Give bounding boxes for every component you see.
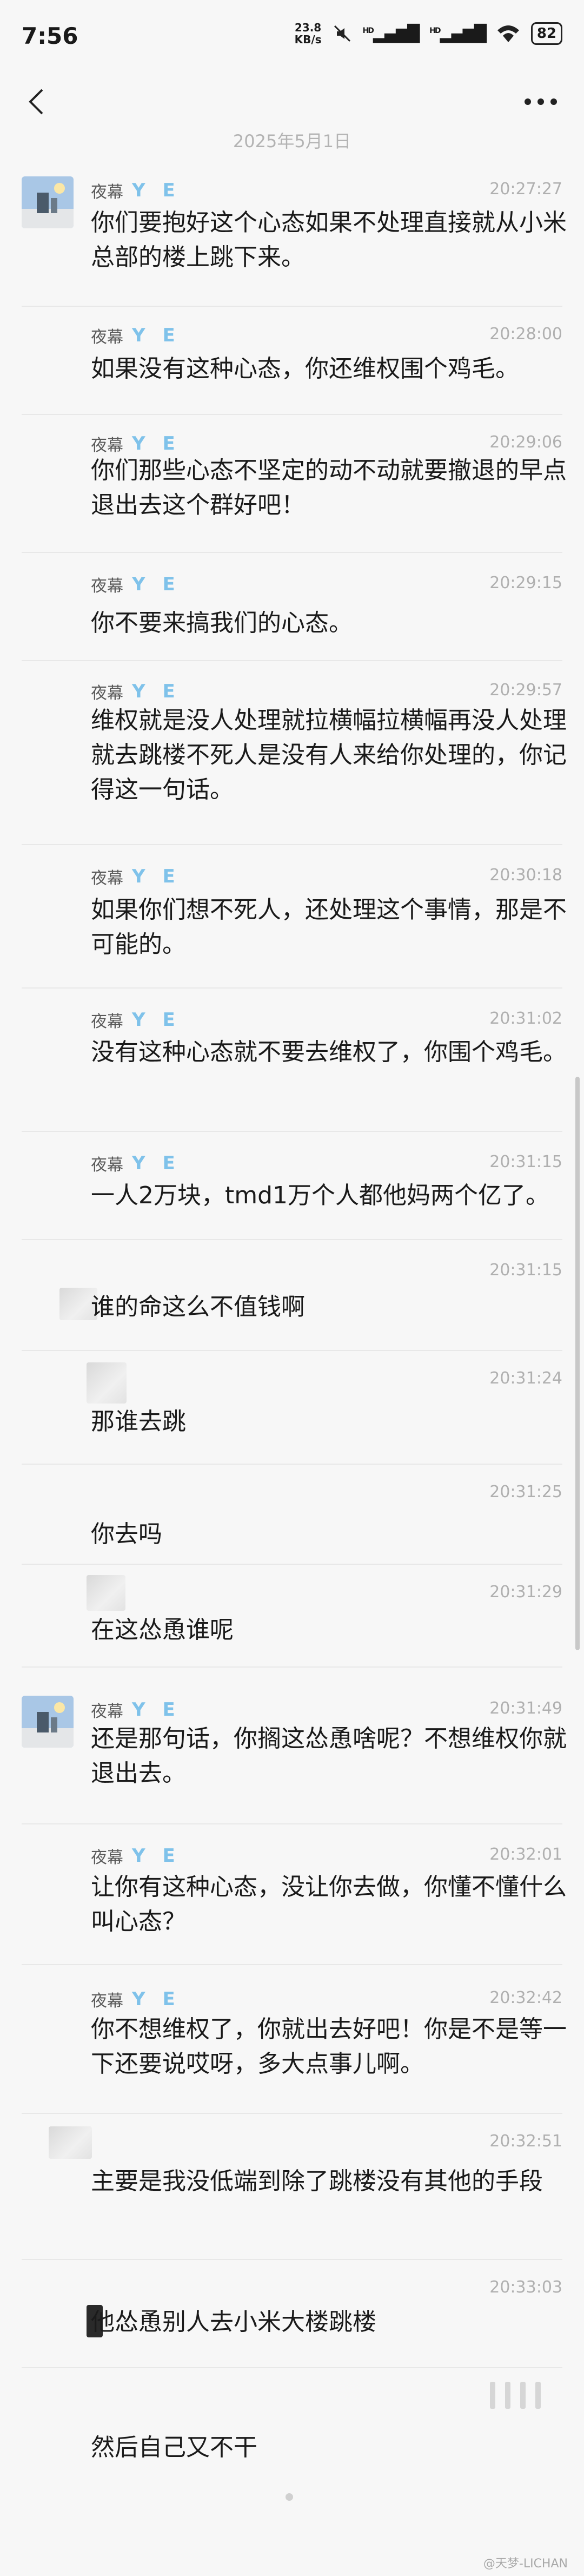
message-time: 20:32:42 [489,1988,562,2007]
sender-name: 夜幕 Y E [91,681,181,703]
divider [22,1131,562,1132]
sender-name: 夜幕 Y E [91,866,181,888]
more-options-icon[interactable] [519,85,562,118]
sender-name: 夜幕 Y E [91,433,181,455]
message-text: 主要是我没低端到除了跳楼没有其他的手段 [91,2167,543,2195]
message-text: 在这怂恿谁呢 [91,1616,234,1644]
sender-name: 夜幕 Y E [91,1845,181,1867]
message-text: 你不要来搞我们的心态。 [91,609,353,637]
divider [22,1823,562,1824]
sender-name: 夜幕 Y E [91,1988,181,2011]
message-text: 如果你们想不死人，还处理这个事情，那是不可能的。 [91,896,567,958]
signal-2-icon: HD▂▄▆█ [429,24,487,43]
message-time: 20:31:25 [489,1483,562,1501]
divider [22,1350,562,1351]
message-time: 20:33:03 [489,2278,562,2297]
divider [22,1564,562,1565]
loading-dot [286,2493,293,2501]
message-time: 20:29:57 [489,681,562,700]
message-text: 他怂恿别人去小米大楼跳楼 [91,2308,376,2336]
message-time: 20:29:15 [489,574,562,592]
sender-name: 夜幕 Y E [91,1152,181,1175]
status-icons: 23.8 KB/s HD▂▄▆█ HD▂▄▆█ 82 [295,22,562,45]
watermark: @天梦-LICHAN [483,2557,568,2571]
redacted-name [490,2382,541,2409]
divider [22,2367,562,2368]
date-separator: 2025年5月1日 [233,131,351,151]
sender-name: 夜幕 Y E [91,1009,181,1031]
battery-indicator: 82 [530,22,562,45]
message-text: 谁的命这么不值钱啊 [91,1293,305,1321]
message-time: 20:27:27 [489,180,562,199]
divider [22,844,562,845]
avatar[interactable] [22,176,74,228]
divider [22,306,562,307]
sender-name: 夜幕 Y E [91,180,181,202]
sender-name: 夜幕 Y E [91,325,181,347]
redacted-name [87,1575,125,1611]
message-text: 让你有这种心态，没让你去做，你懂不懂什么叫心态？ [91,1873,567,1935]
back-arrow-icon[interactable] [22,85,54,118]
wifi-icon [497,25,519,42]
redacted-name [87,1362,127,1404]
divider [22,2259,562,2260]
divider [22,2113,562,2114]
divider [22,552,562,553]
divider [22,1964,562,1965]
divider [22,660,562,661]
signal-1-icon: HD▂▄▆█ [362,24,420,43]
redacted-name [49,2126,92,2159]
message-text: 你去吗 [91,1520,162,1548]
avatar[interactable] [22,1696,74,1748]
divider [22,1239,562,1240]
message-time: 20:31:15 [489,1261,562,1280]
message-text: 如果没有这种心态，你还维权围个鸡毛。 [91,355,519,383]
nav-bar [0,70,584,135]
message-time: 20:31:02 [489,1009,562,1028]
message-text: 还是那句话，你搁这怂恿啥呢？不想维权你就退出去。 [91,1725,567,1787]
message-text: 你不想维权了，你就出去好吧！你是不是等一下还要说哎呀，多大点事儿啊。 [91,2015,567,2078]
message-text: 维权就是没人处理就拉横幅拉横幅再没人处理就去跳楼不死人是没有人来给你处理的，你记… [91,707,567,803]
message-time: 20:28:00 [489,325,562,344]
message-text: 一人2万块，tmd1万个人都他妈两个亿了。 [91,1182,550,1209]
message-text: 你们要抱好这个心态如果不处理直接就从小米总部的楼上跳下来。 [91,209,567,271]
message-text: 你们那些心态不坚定的动不动就要撤退的早点退出去这个群好吧！ [91,457,567,519]
status-bar: 7:56 23.8 KB/s HD▂▄▆█ HD▂▄▆█ 82 [0,0,584,70]
message-text: 那谁去跳 [91,1408,186,1435]
message-time: 20:30:18 [489,866,562,885]
divider [22,1464,562,1465]
message-time: 20:31:29 [489,1583,562,1602]
message-time: 20:31:49 [489,1699,562,1718]
message-text: 然后自己又不干 [91,2434,257,2461]
divider [22,414,562,415]
message-time: 20:31:15 [489,1152,562,1171]
mute-icon [334,25,350,42]
message-time: 20:32:01 [489,1845,562,1864]
net-speed: 23.8 KB/s [294,21,322,46]
sender-name: 夜幕 Y E [91,1699,181,1721]
message-time: 20:29:06 [489,433,562,452]
message-time: 20:32:51 [489,2132,562,2151]
message-text: 没有这种心态就不要去维权了，你围个鸡毛。 [91,1038,567,1066]
message-time: 20:31:24 [489,1369,562,1388]
divider [22,987,562,989]
scrollbar[interactable] [575,1077,580,1650]
divider [22,1666,562,1668]
status-time: 7:56 [22,23,78,49]
sender-name: 夜幕 Y E [91,574,181,596]
